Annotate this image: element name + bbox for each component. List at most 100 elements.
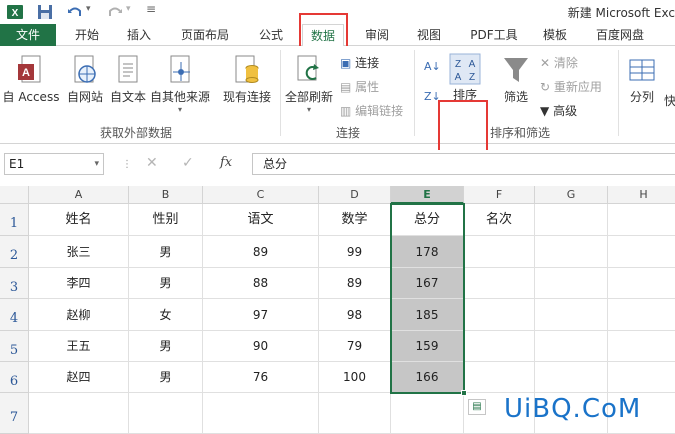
cell-g4[interactable] [535,299,608,331]
column-header-b[interactable]: B [129,186,203,204]
from-access-button[interactable]: A 自 Access [2,54,60,105]
cell-g3[interactable] [535,268,608,299]
text-to-columns-button[interactable]: 分列 [624,54,660,105]
cell-f4[interactable] [464,299,535,331]
formula-input[interactable]: 总分 [252,153,675,175]
cell-f6[interactable] [464,362,535,393]
tab-pdf-tools[interactable]: PDF工具 [462,24,526,46]
tab-templates[interactable]: 模板 [534,24,576,46]
cell-d7[interactable] [319,393,391,434]
cell-b3[interactable]: 男 [129,268,203,299]
cell-c3[interactable]: 88 [203,268,319,299]
cell-f1[interactable]: 名次 [464,204,535,236]
name-box[interactable]: E1 ▾ [4,153,104,175]
name-box-dropdown-icon[interactable]: ▾ [94,154,99,174]
properties-button[interactable]: ▤ 属性 [340,78,379,95]
cell-h4[interactable] [608,299,675,331]
refresh-all-button[interactable]: 全部刷新 ▾ [282,54,336,114]
cell-c4[interactable]: 97 [203,299,319,331]
cell-f2[interactable] [464,236,535,268]
cell-g1[interactable] [535,204,608,236]
redo-icon[interactable] [106,3,124,21]
column-header-h[interactable]: H [608,186,675,204]
sort-button[interactable]: Z A A Z 排序 [442,52,488,103]
column-header-g[interactable]: G [535,186,608,204]
tab-page-layout[interactable]: 页面布局 [172,24,238,46]
cancel-icon[interactable]: ✕ [146,155,158,171]
cell-g6[interactable] [535,362,608,393]
fill-handle[interactable] [461,390,467,396]
undo-dropdown-icon[interactable]: ▾ [86,4,91,14]
from-other-sources-button[interactable]: 自其他来源 ▾ [148,54,212,114]
cell-c2[interactable]: 89 [203,236,319,268]
cell-f3[interactable] [464,268,535,299]
cell-d4[interactable]: 98 [319,299,391,331]
cell-c6[interactable]: 76 [203,362,319,393]
row-header-7[interactable]: 7 [0,393,29,434]
cell-a6[interactable]: 赵四 [29,362,129,393]
cell-b1[interactable]: 性别 [129,204,203,236]
advanced-button[interactable]: ▼ 高级 [540,102,577,119]
filter-button[interactable]: 筛选 [496,54,536,105]
cell-a2[interactable]: 张三 [29,236,129,268]
cell-e7[interactable] [391,393,464,434]
row-header-2[interactable]: 2 [0,236,29,268]
tab-home[interactable]: 开始 [66,24,108,46]
cell-h5[interactable] [608,331,675,362]
column-header-c[interactable]: C [203,186,319,204]
tab-file[interactable]: 文件 [0,24,56,46]
cell-d6[interactable]: 100 [319,362,391,393]
enter-icon[interactable]: ✓ [182,155,194,171]
tab-review[interactable]: 审阅 [356,24,398,46]
insert-function-icon[interactable]: fx [220,155,232,170]
row-header-3[interactable]: 3 [0,268,29,299]
flash-fill-button[interactable]: 快 [664,92,675,109]
cell-h3[interactable] [608,268,675,299]
tab-view[interactable]: 视图 [408,24,450,46]
cell-f5[interactable] [464,331,535,362]
cell-h1[interactable] [608,204,675,236]
edit-links-button[interactable]: ▥ 编辑链接 [340,102,403,119]
cell-a7[interactable] [29,393,129,434]
sort-ascending-icon[interactable]: A↓ [424,60,441,73]
cell-d2[interactable]: 99 [319,236,391,268]
cell-b6[interactable]: 男 [129,362,203,393]
cell-g2[interactable] [535,236,608,268]
cell-c5[interactable]: 90 [203,331,319,362]
cell-d5[interactable]: 79 [319,331,391,362]
cell-a4[interactable]: 赵柳 [29,299,129,331]
cell-h2[interactable] [608,236,675,268]
cell-g5[interactable] [535,331,608,362]
column-header-a[interactable]: A [29,186,129,204]
quick-analysis-icon[interactable]: ▤ [468,399,486,415]
cell-h6[interactable] [608,362,675,393]
tab-insert[interactable]: 插入 [118,24,160,46]
clear-button[interactable]: ✕ 清除 [540,54,578,71]
cell-c7[interactable] [203,393,319,434]
cell-a1[interactable]: 姓名 [29,204,129,236]
cell-a3[interactable]: 李四 [29,268,129,299]
select-all-corner[interactable] [0,186,29,204]
tab-baidu-netdisk[interactable]: 百度网盘 [588,24,652,46]
cell-d1[interactable]: 数学 [319,204,391,236]
customize-qat-icon[interactable]: ≡ [146,2,156,16]
cell-d3[interactable]: 89 [319,268,391,299]
row-header-1[interactable]: 1 [0,204,29,236]
undo-icon[interactable] [66,3,84,21]
cell-a5[interactable]: 王五 [29,331,129,362]
row-header-6[interactable]: 6 [0,362,29,393]
save-icon[interactable] [36,3,54,21]
column-header-d[interactable]: D [319,186,391,204]
column-header-e[interactable]: E [391,186,464,204]
redo-dropdown-icon[interactable]: ▾ [126,4,131,14]
connections-button[interactable]: ▣ 连接 [340,54,379,71]
cell-b7[interactable] [129,393,203,434]
tab-formulas[interactable]: 公式 [250,24,292,46]
from-web-button[interactable]: 自网站 [62,54,108,105]
cell-b4[interactable]: 女 [129,299,203,331]
column-header-f[interactable]: F [464,186,535,204]
reapply-button[interactable]: ↻ 重新应用 [540,78,602,95]
row-header-5[interactable]: 5 [0,331,29,362]
cell-b2[interactable]: 男 [129,236,203,268]
cell-b5[interactable]: 男 [129,331,203,362]
